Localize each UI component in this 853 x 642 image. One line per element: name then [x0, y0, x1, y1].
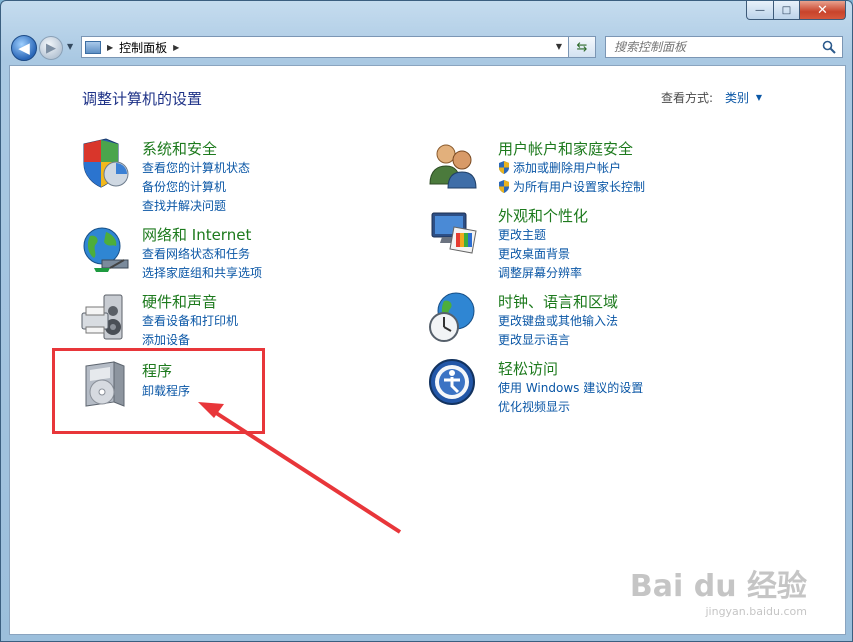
link-parental-controls[interactable]: 为所有用户设置家长控制	[498, 178, 645, 195]
link-display-language[interactable]: 更改显示语言	[498, 331, 570, 348]
category-title[interactable]: 轻松访问	[498, 358, 558, 379]
address-dropdown-icon[interactable]: ▼	[556, 42, 562, 51]
link-desktop-background[interactable]: 更改桌面背景	[498, 245, 570, 262]
hardware-sound-icon[interactable]	[80, 291, 132, 343]
category-title[interactable]: 用户帐户和家庭安全	[498, 138, 633, 159]
search-input[interactable]	[612, 39, 816, 55]
network-icon[interactable]	[80, 224, 132, 276]
link-screen-resolution[interactable]: 调整屏幕分辨率	[498, 264, 582, 281]
link-troubleshoot[interactable]: 查找并解决问题	[142, 197, 226, 214]
page-title: 调整计算机的设置	[82, 90, 203, 108]
chevron-down-icon[interactable]: ▼	[756, 93, 762, 102]
forward-button[interactable]: ▶	[39, 36, 63, 60]
highlight-box	[52, 348, 265, 434]
minimize-button[interactable]: —	[746, 1, 774, 20]
category-title[interactable]: 硬件和声音	[142, 291, 217, 312]
watermark-brand: Bai du 经验	[629, 569, 807, 604]
watermark-url: jingyan.baidu.com	[705, 605, 807, 618]
link-network-status[interactable]: 查看网络状态和任务	[142, 245, 250, 262]
view-by-label: 查看方式:	[660, 91, 713, 105]
appearance-icon[interactable]	[428, 205, 480, 257]
caption-buttons: — □ ✕	[746, 1, 846, 20]
category-title[interactable]: 外观和个性化	[498, 205, 588, 226]
link-devices-printers[interactable]: 查看设备和打印机	[142, 312, 238, 329]
uac-shield-icon	[499, 161, 509, 174]
link-change-theme[interactable]: 更改主题	[498, 226, 546, 243]
watermark: Bai du 经验 jingyan.baidu.com	[630, 561, 807, 618]
link-homegroup[interactable]: 选择家庭组和共享选项	[142, 264, 262, 281]
link-add-remove-accounts[interactable]: 添加或删除用户帐户	[498, 159, 621, 176]
maximize-button[interactable]: □	[774, 1, 800, 20]
view-by-dropdown[interactable]: 类别	[725, 89, 749, 106]
breadcrumb-control-panel[interactable]: 控制面板	[119, 39, 167, 56]
search-box	[605, 36, 843, 58]
control-panel-icon	[85, 40, 101, 54]
link-check-status[interactable]: 查看您的计算机状态	[142, 159, 250, 176]
control-panel-window: — □ ✕ ◀ ▶ ▼ ▶ 控制面板 ▶ ▼ ⇆ 调整计算机的设置 查看方式: …	[0, 0, 853, 642]
link-label: 添加或删除用户帐户	[513, 161, 622, 175]
search-icon[interactable]	[822, 40, 836, 54]
category-title[interactable]: 网络和 Internet	[142, 224, 251, 245]
category-title[interactable]: 系统和安全	[142, 138, 217, 159]
link-label: 为所有用户设置家长控制	[513, 180, 646, 194]
chevron-right-icon[interactable]: ▶	[173, 43, 179, 52]
chevron-right-icon[interactable]: ▶	[107, 43, 113, 52]
back-button[interactable]: ◀	[11, 35, 37, 61]
link-optimize-display[interactable]: 优化视频显示	[498, 398, 570, 415]
address-bar[interactable]: ▶ 控制面板 ▶ ▼	[81, 36, 569, 58]
ease-of-access-icon[interactable]	[428, 358, 480, 410]
clock-region-icon[interactable]	[428, 291, 480, 343]
refresh-button[interactable]: ⇆	[569, 36, 596, 58]
link-add-device[interactable]: 添加设备	[142, 331, 190, 348]
user-accounts-icon[interactable]	[428, 138, 480, 190]
link-windows-recommended[interactable]: 使用 Windows 建议的设置	[498, 379, 643, 396]
recent-pages-dropdown[interactable]: ▼	[67, 42, 73, 51]
close-button[interactable]: ✕	[800, 1, 846, 20]
navigation-bar: ◀ ▶ ▼ ▶ 控制面板 ▶ ▼ ⇆	[1, 29, 852, 65]
system-security-icon[interactable]	[80, 138, 132, 190]
uac-shield-icon	[499, 180, 509, 193]
category-title[interactable]: 时钟、语言和区域	[498, 291, 618, 312]
main-content: 调整计算机的设置 查看方式: 类别 ▼ 系统和安全 查看您的计算机状态 备份您的…	[9, 65, 846, 635]
link-backup[interactable]: 备份您的计算机	[142, 178, 226, 195]
link-change-keyboard[interactable]: 更改键盘或其他输入法	[498, 312, 618, 329]
